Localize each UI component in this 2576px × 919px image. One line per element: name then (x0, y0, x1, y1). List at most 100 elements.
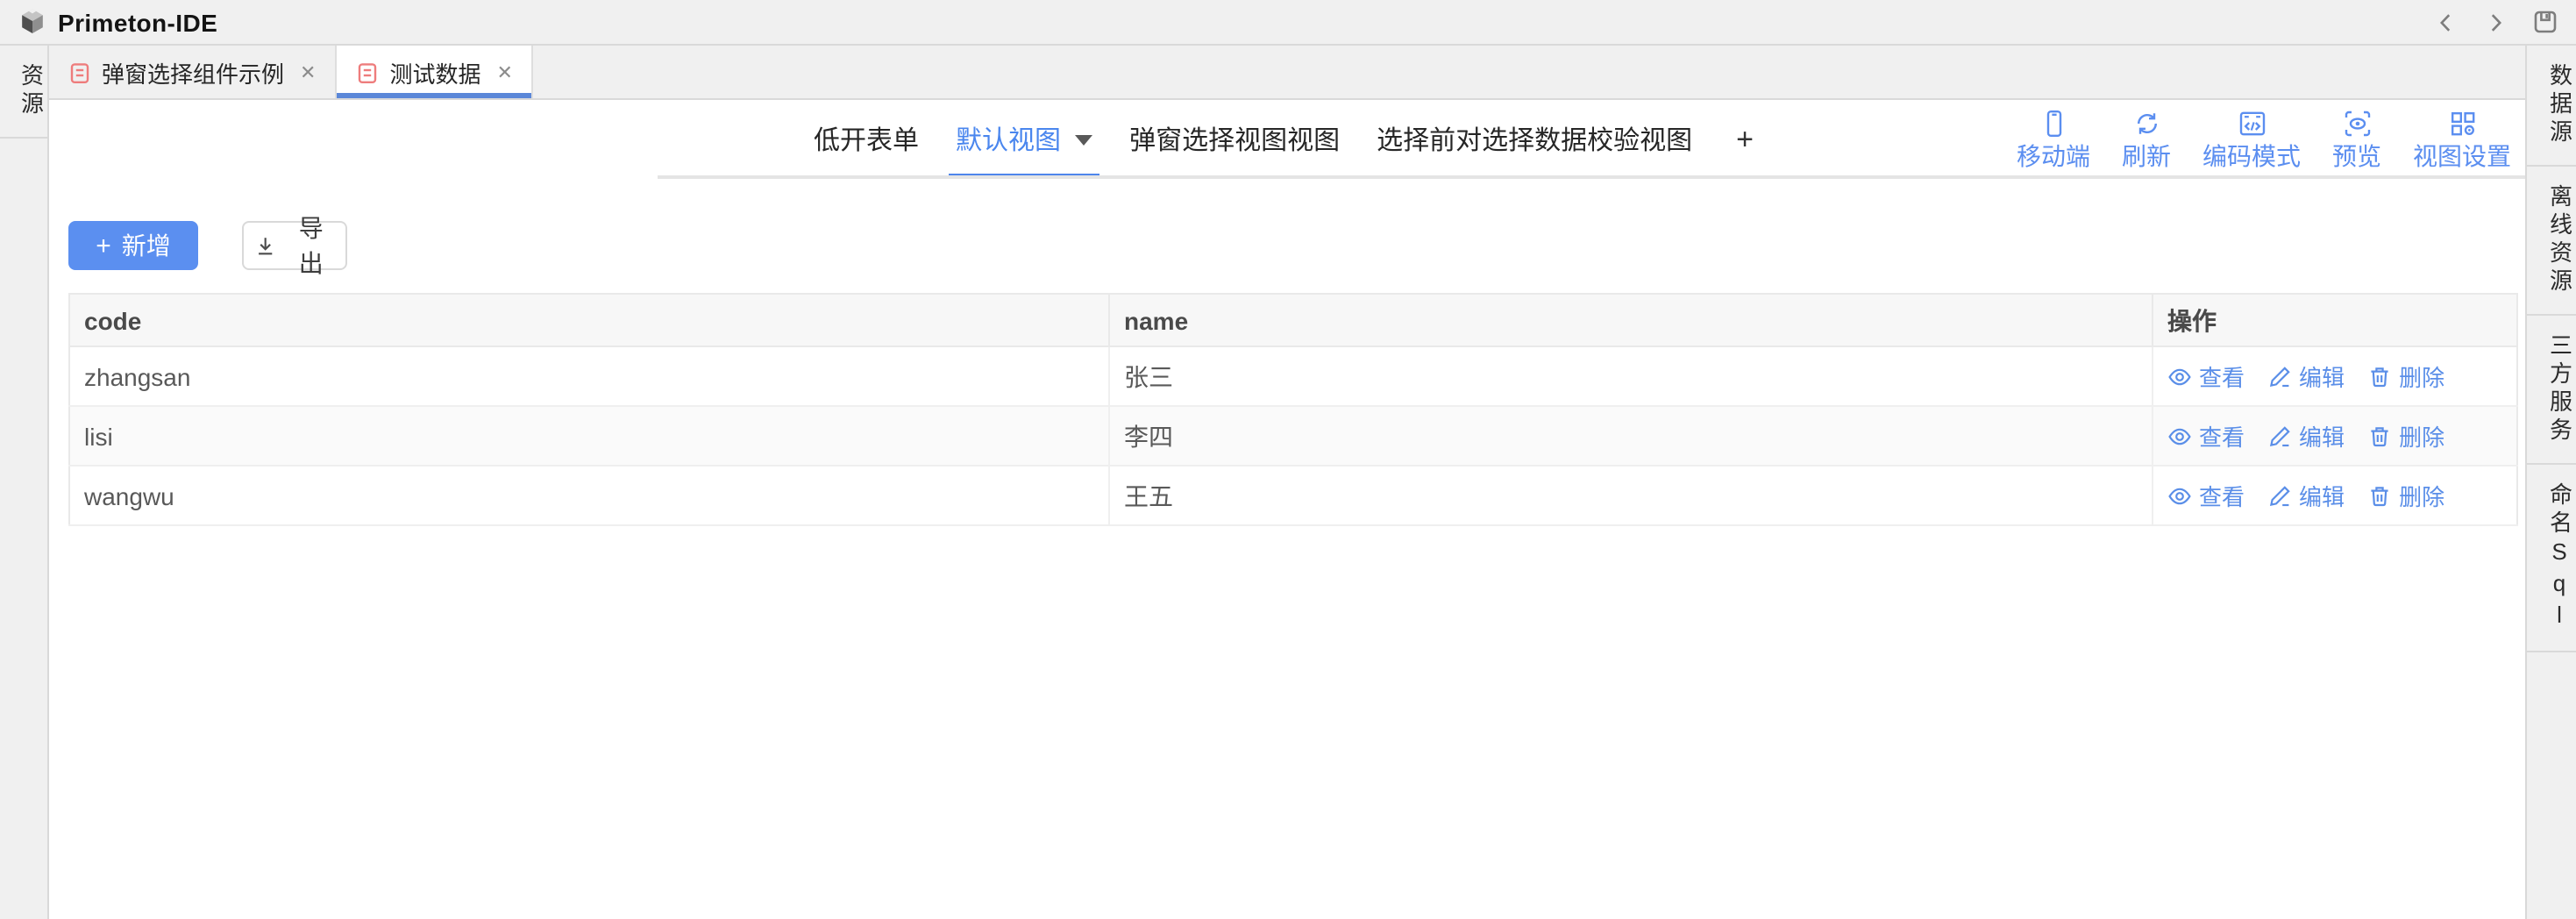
titlebar: Primeton-IDE (0, 0, 2576, 46)
sidebar-item-offline-resources[interactable]: 离线资源 (2527, 167, 2576, 316)
save-icon[interactable] (2532, 9, 2558, 35)
red-document-icon (68, 61, 91, 83)
refresh-button[interactable]: 刷新 (2122, 109, 2171, 172)
cell-name: 王五 (1109, 466, 2153, 525)
view-link[interactable]: 查看 (2167, 360, 2245, 393)
view-toolbar: 移动端 刷新 (2017, 109, 2511, 172)
forward-icon[interactable] (2483, 10, 2508, 34)
sidebar-item-named-sql[interactable]: 命名Sql (2527, 465, 2576, 652)
caret-down-icon (1075, 134, 1092, 145)
view-tab-popup-select-view[interactable]: 弹窗选择视图视图 (1126, 100, 1343, 179)
view-tabs: 低开表单 默认视图 弹窗选择视图视图 选择前对选择数据校验视图 + (810, 100, 1764, 179)
center-panel: 弹窗选择组件示例 ✕ 测试数据 ✕ 低开表单 (49, 46, 2525, 919)
view-settings-icon (2447, 109, 2477, 139)
tab-label: 测试数据 (389, 55, 480, 89)
view-header: 低开表单 默认视图 弹窗选择视图视图 选择前对选择数据校验视图 + (49, 100, 2525, 179)
preview-icon (2342, 109, 2372, 139)
left-sidebar: 资源 (0, 46, 49, 919)
document-tabbar: 弹窗选择组件示例 ✕ 测试数据 ✕ (49, 46, 2525, 100)
edit-icon (2267, 364, 2292, 388)
header-divider (658, 175, 2525, 179)
titlebar-actions (2434, 9, 2558, 35)
view-link[interactable]: 查看 (2167, 419, 2245, 452)
preview-button[interactable]: 预览 (2332, 109, 2381, 172)
delete-link[interactable]: 删除 (2367, 479, 2444, 512)
view-link[interactable]: 查看 (2167, 479, 2245, 512)
toolbtn-label: 刷新 (2122, 142, 2171, 172)
view-link-label: 查看 (2199, 360, 2245, 393)
column-header-name: name (1109, 294, 2153, 346)
delete-link-label: 删除 (2399, 479, 2444, 512)
back-icon[interactable] (2434, 10, 2459, 34)
tab-popup-select-component-example[interactable]: 弹窗选择组件示例 ✕ (49, 46, 337, 98)
trash-icon (2367, 424, 2392, 448)
row-actions: 查看 编辑 (2167, 419, 2502, 452)
close-icon[interactable]: ✕ (300, 61, 316, 83)
delete-link[interactable]: 删除 (2367, 419, 2444, 452)
row-actions: 查看 编辑 (2167, 360, 2502, 393)
mobile-button[interactable]: 移动端 (2017, 109, 2090, 172)
cell-code: lisi (69, 406, 1109, 466)
column-header-operations: 操作 (2153, 294, 2517, 346)
row-actions: 查看 编辑 (2167, 479, 2502, 512)
cell-code: wangwu (69, 466, 1109, 525)
add-button[interactable]: + 新增 (68, 221, 198, 270)
toolbtn-label: 移动端 (2017, 142, 2090, 172)
view-link-label: 查看 (2199, 479, 2245, 512)
data-table: code name 操作 zhangsan 张三 (68, 293, 2518, 526)
toolbtn-label: 视图设置 (2413, 142, 2511, 172)
body: 资源 弹窗选择组件示例 ✕ (0, 46, 2576, 919)
eye-icon (2167, 364, 2192, 388)
view-tab-pre-select-validation-view[interactable]: 选择前对选择数据校验视图 (1373, 100, 1696, 179)
trash-icon (2367, 483, 2392, 508)
action-buttons: + 新增 导出 (68, 221, 2518, 270)
delete-link-label: 删除 (2399, 360, 2444, 393)
edit-link-label: 编辑 (2299, 419, 2345, 452)
table-row: lisi 李四 查看 (69, 406, 2517, 466)
eye-icon (2167, 424, 2192, 448)
download-icon (254, 234, 276, 257)
cell-code: zhangsan (69, 346, 1109, 406)
edit-link[interactable]: 编辑 (2267, 360, 2345, 393)
edit-link[interactable]: 编辑 (2267, 479, 2345, 512)
toolbtn-label: 预览 (2332, 142, 2381, 172)
view-tab-label: 弹窗选择视图视图 (1129, 121, 1340, 158)
view-tab-label: 选择前对选择数据校验视图 (1377, 121, 1692, 158)
edit-link-label: 编辑 (2299, 479, 2345, 512)
add-view-tab-button[interactable]: + (1726, 100, 1764, 179)
tab-test-data[interactable]: 测试数据 ✕ (337, 46, 533, 98)
code-mode-button[interactable]: 编码模式 (2202, 109, 2301, 172)
delete-link[interactable]: 删除 (2367, 360, 2444, 393)
column-header-code: code (69, 294, 1109, 346)
cell-name: 张三 (1109, 346, 2153, 406)
sidebar-item-third-party-services[interactable]: 三方服务 (2527, 316, 2576, 465)
view-tab-low-code-form[interactable]: 低开表单 (810, 100, 922, 179)
trash-icon (2367, 364, 2392, 388)
view-tab-label: + (1736, 122, 1754, 157)
code-mode-icon (2237, 109, 2266, 139)
eye-icon (2167, 483, 2192, 508)
table-row: wangwu 王五 查看 (69, 466, 2517, 525)
plus-icon: + (96, 231, 111, 260)
view-tab-label: 低开表单 (814, 121, 919, 158)
export-button[interactable]: 导出 (242, 221, 347, 270)
view-settings-button[interactable]: 视图设置 (2413, 109, 2511, 172)
view-tab-default-view[interactable]: 默认视图 (952, 100, 1096, 179)
delete-link-label: 删除 (2399, 419, 2444, 452)
table-header-row: code name 操作 (69, 294, 2517, 346)
add-button-label: 新增 (122, 228, 171, 263)
table-row: zhangsan 张三 查看 (69, 346, 2517, 406)
edit-link[interactable]: 编辑 (2267, 419, 2345, 452)
view-tab-label: 默认视图 (956, 121, 1061, 158)
view-link-label: 查看 (2199, 419, 2245, 452)
red-document-icon (356, 61, 379, 83)
app-title: Primeton-IDE (58, 8, 217, 36)
right-sidebar: 数据源 离线资源 三方服务 命名Sql (2525, 46, 2576, 919)
sidebar-item-resources[interactable]: 资源 (0, 46, 47, 139)
sidebar-item-data-source[interactable]: 数据源 (2527, 46, 2576, 167)
refresh-icon (2131, 109, 2161, 139)
edit-icon (2267, 424, 2292, 448)
close-icon[interactable]: ✕ (497, 61, 513, 83)
toolbtn-label: 编码模式 (2202, 142, 2301, 172)
app-root: Primeton-IDE 资源 (0, 0, 2576, 919)
